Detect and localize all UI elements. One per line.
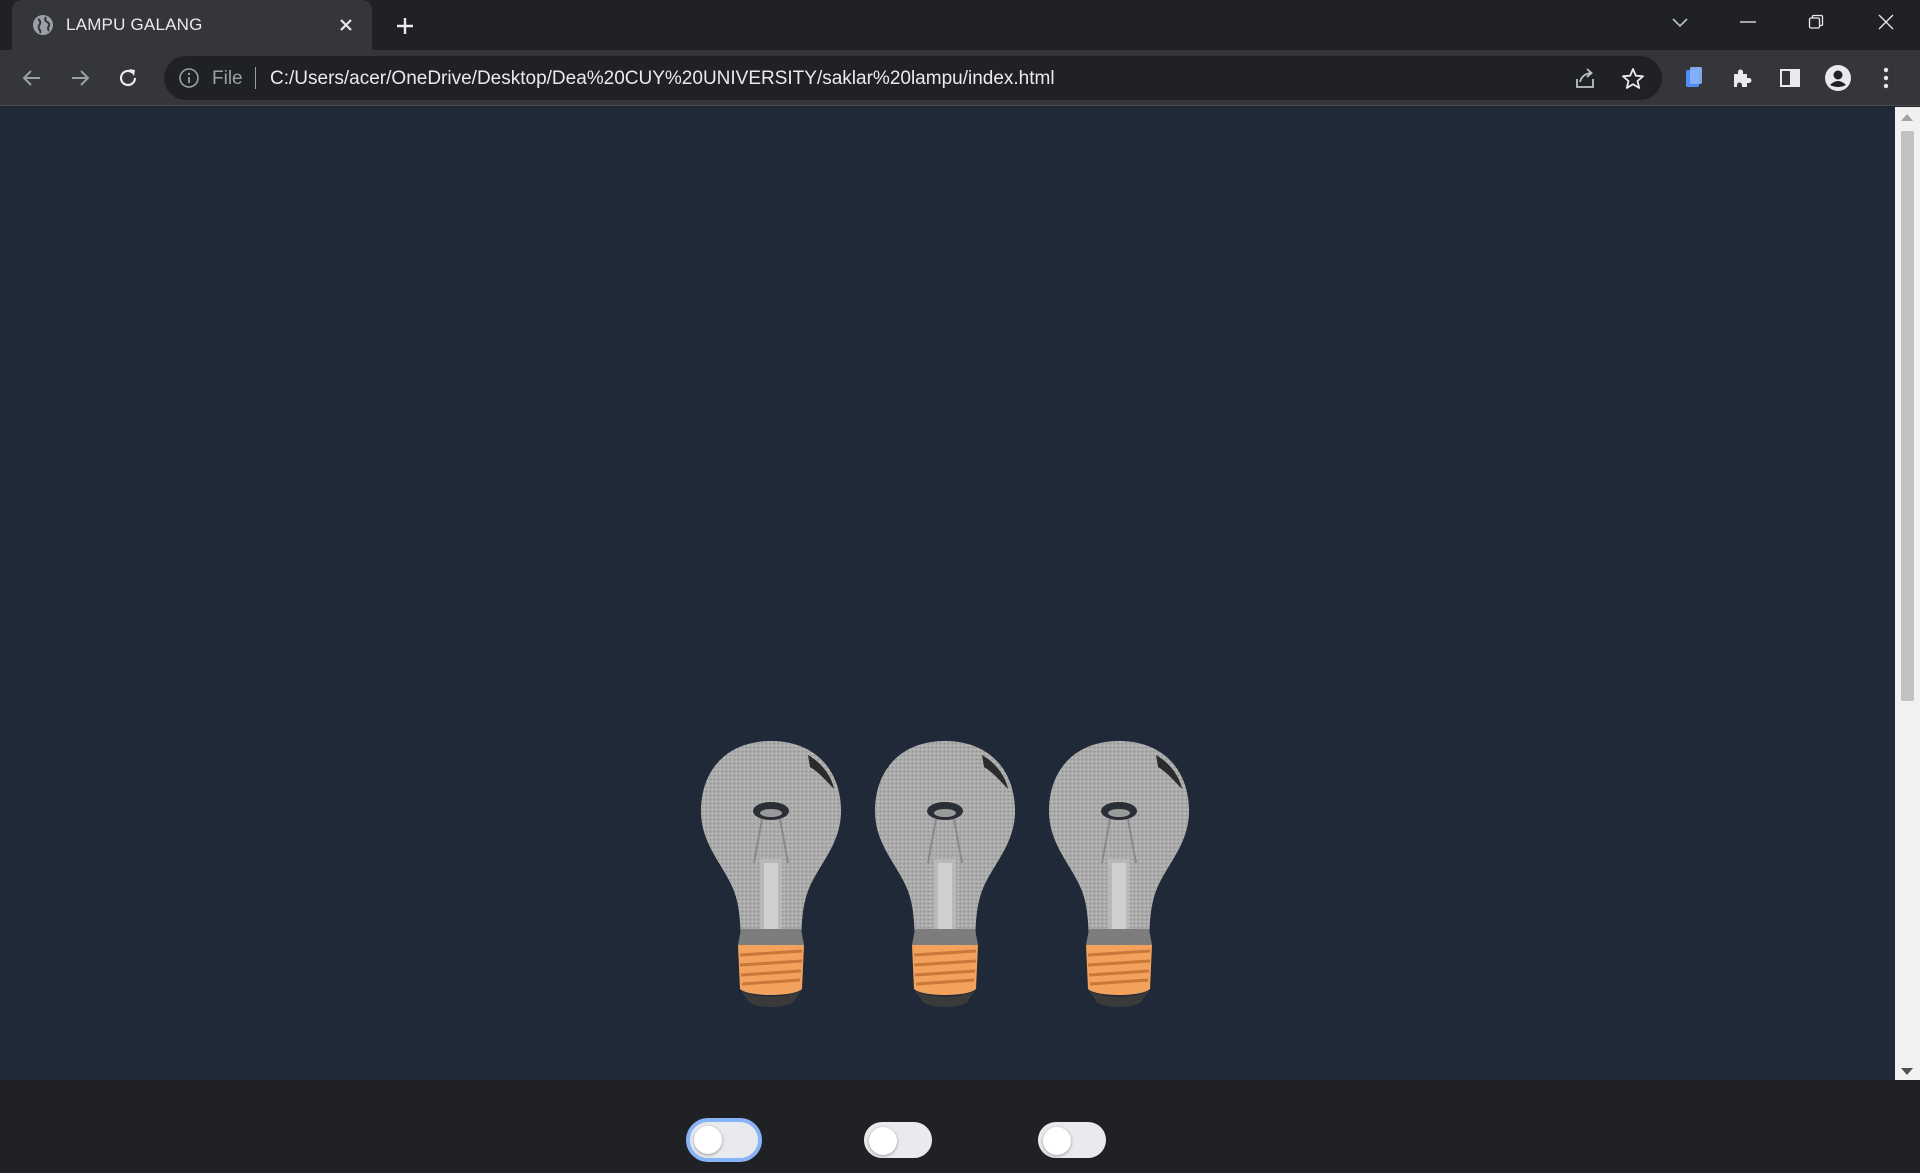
lamp-switch-1[interactable]	[686, 1118, 762, 1162]
lamp-switch-2[interactable]	[864, 1122, 932, 1158]
close-icon[interactable]	[1856, 0, 1916, 44]
puzzle-icon[interactable]	[1728, 64, 1756, 92]
lamp-unit-2	[864, 733, 1024, 1173]
tab-strip: LAMPU GALANG	[0, 0, 1920, 50]
side-panel-icon[interactable]	[1776, 64, 1804, 92]
browser-toolbar: File C:/Users/acer/OneDrive/Desktop/Dea%…	[0, 50, 1920, 106]
scrollbar-thumb[interactable]	[1901, 131, 1914, 701]
arrow-right-icon[interactable]	[62, 60, 98, 96]
switch-knob	[869, 1127, 897, 1155]
page-viewport	[0, 107, 1895, 1162]
tab-title: LAMPU GALANG	[66, 15, 203, 34]
lamp-unit-1	[686, 733, 850, 1173]
restore-icon[interactable]	[1786, 0, 1846, 44]
plus-icon[interactable]	[390, 11, 420, 41]
share-icon[interactable]	[1572, 66, 1598, 92]
switch-knob	[1043, 1127, 1071, 1155]
document-icon[interactable]	[1680, 64, 1708, 92]
minimize-icon[interactable]	[1718, 0, 1778, 44]
browser-tab[interactable]: LAMPU GALANG	[12, 0, 372, 50]
light-bulb-off-icon	[873, 739, 1017, 1009]
close-icon[interactable]	[334, 13, 358, 37]
light-bulb-off-icon	[699, 739, 843, 1009]
chevron-down-icon[interactable]	[1650, 0, 1710, 44]
globe-icon	[32, 14, 54, 36]
star-icon[interactable]	[1620, 66, 1646, 92]
address-url[interactable]: C:/Users/acer/OneDrive/Desktop/Dea%20CUY…	[270, 68, 1055, 90]
scroll-down-icon[interactable]	[1901, 1068, 1913, 1075]
address-separator	[255, 67, 256, 89]
scroll-up-icon[interactable]	[1901, 114, 1913, 121]
address-scheme: File	[212, 68, 243, 89]
lamp-group	[686, 733, 1220, 1173]
kebab-menu-icon[interactable]	[1872, 64, 1900, 92]
light-bulb-off-icon	[1047, 739, 1191, 1009]
address-bar[interactable]: File C:/Users/acer/OneDrive/Desktop/Dea%…	[164, 56, 1662, 100]
reload-icon[interactable]	[110, 60, 146, 96]
lamp-switch-3[interactable]	[1038, 1122, 1106, 1158]
switch-knob	[694, 1126, 722, 1154]
profile-icon[interactable]	[1824, 64, 1852, 92]
arrow-left-icon[interactable]	[14, 60, 50, 96]
page-scrollbar[interactable]	[1895, 107, 1920, 1080]
info-icon[interactable]	[178, 67, 200, 89]
lamp-unit-3	[1038, 733, 1198, 1173]
